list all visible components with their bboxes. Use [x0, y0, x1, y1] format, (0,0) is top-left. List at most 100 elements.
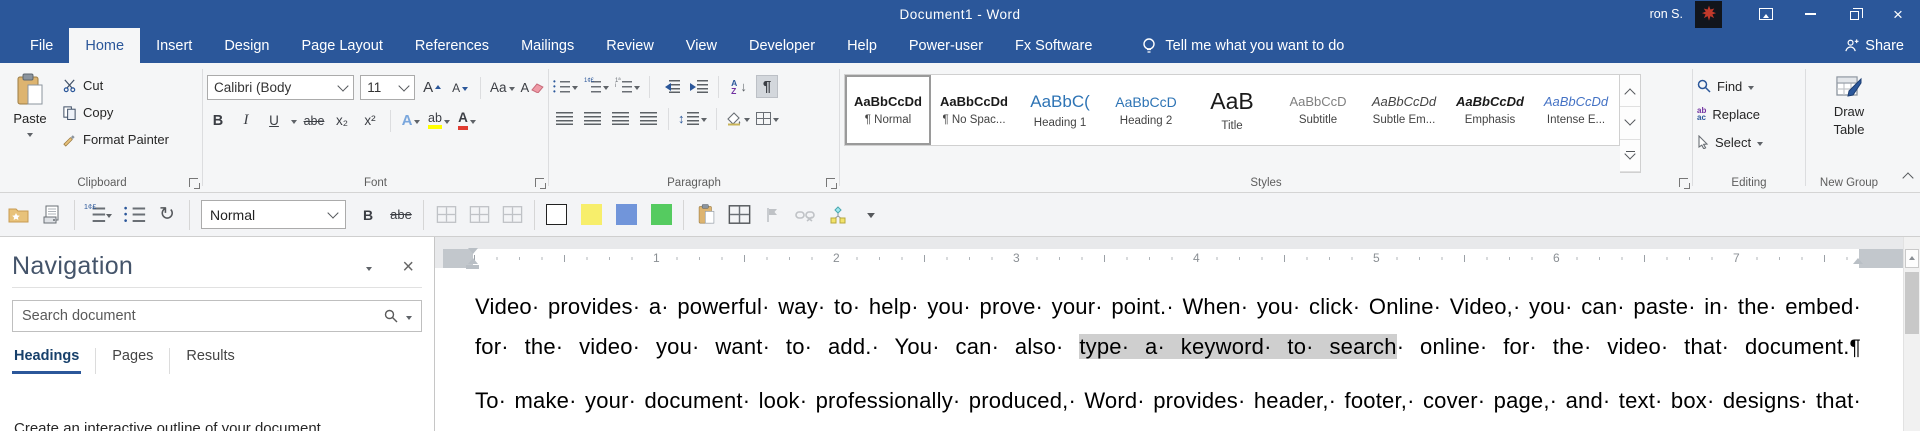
table-grid-button[interactable] [468, 201, 490, 229]
format-painter-button[interactable]: Format Painter [62, 129, 169, 149]
user-avatar[interactable] [1695, 0, 1722, 28]
nav-tab-results[interactable]: Results [170, 348, 250, 374]
strikethrough-button[interactable]: abe [390, 201, 412, 229]
bullet-list-button[interactable] [123, 201, 145, 229]
text-segment[interactable]: To· make· your· document· look· professi… [475, 388, 1861, 413]
font-name-combobox[interactable]: Calibri (Body [207, 75, 355, 100]
align-right-button[interactable] [609, 107, 631, 130]
tab-review[interactable]: Review [590, 28, 670, 63]
tab-page-layout[interactable]: Page Layout [285, 28, 398, 63]
selected-text[interactable]: type· a· keyword· to· search [1079, 334, 1397, 359]
justify-button[interactable] [637, 107, 659, 130]
tab-developer[interactable]: Developer [733, 28, 831, 63]
decrease-indent-button[interactable] [659, 75, 681, 98]
text-highlight-button[interactable]: ab [428, 109, 450, 132]
shading-button[interactable] [726, 107, 750, 130]
select-button[interactable]: Select [1697, 132, 1801, 152]
tab-view[interactable]: View [670, 28, 733, 63]
style-item-heading-1[interactable]: AaBbC(Heading 1 [1017, 75, 1103, 145]
tab-power-user[interactable]: Power-user [893, 28, 999, 63]
flag-button[interactable] [761, 201, 783, 229]
hanging-indent-marker[interactable] [468, 253, 478, 264]
scroll-up-button[interactable] [1905, 249, 1919, 268]
navigation-close-button[interactable]: × [402, 257, 414, 277]
borders-grid-button[interactable] [728, 201, 750, 229]
tab-home[interactable]: Home [69, 28, 141, 63]
style-item-normal[interactable]: AaBbCcDd ¶ Normal [845, 75, 931, 145]
strikethrough-button[interactable]: abe [303, 109, 325, 132]
tab-file[interactable]: File [14, 28, 69, 63]
bold-button[interactable]: B [357, 201, 379, 229]
tab-insert[interactable]: Insert [140, 28, 208, 63]
paste-button[interactable]: Paste [6, 67, 54, 173]
text-segment[interactable]: for· the· video· you· want· to· add.· Yo… [475, 334, 1079, 359]
print-preview-button[interactable] [41, 201, 63, 229]
style-item-title[interactable]: AaB Title [1189, 75, 1275, 145]
style-combobox[interactable]: Normal [201, 200, 346, 229]
styles-more-button[interactable] [1620, 139, 1640, 172]
style-item-subtle-em[interactable]: AaBbCcDd Subtle Em... [1361, 75, 1447, 145]
text-line[interactable]: for· the· video· you· want· to· add.· Yo… [475, 327, 1861, 367]
cut-button[interactable]: Cut [62, 75, 169, 95]
style-item-emphasis[interactable]: AaBbCcDd Emphasis [1447, 75, 1533, 145]
tab-help[interactable]: Help [831, 28, 893, 63]
text-line[interactable]: Video· provides· a· powerful· way· to· h… [475, 287, 1861, 327]
style-item-intense-e[interactable]: AaBbCcDd Intense E... [1533, 75, 1619, 145]
copy-button[interactable]: Copy [62, 102, 169, 122]
text-line[interactable]: To· make· your· document· look· professi… [475, 381, 1861, 421]
font-color-button[interactable]: A [456, 109, 478, 132]
multilevel-list-button[interactable] [615, 75, 640, 98]
underline-button[interactable]: U [263, 109, 285, 132]
superscript-button[interactable]: x² [359, 109, 381, 132]
search-options-caret[interactable] [406, 315, 412, 323]
style-item-heading-2[interactable]: AaBbCcD Heading 2 [1103, 75, 1189, 145]
table-insert-button[interactable] [435, 201, 457, 229]
refresh-button[interactable]: ↻ [156, 201, 178, 229]
numbered-list-button[interactable] [83, 201, 112, 229]
italic-button[interactable]: I [235, 109, 257, 132]
tab-references[interactable]: References [399, 28, 505, 63]
right-indent-marker[interactable] [1853, 253, 1863, 264]
align-center-button[interactable] [581, 107, 603, 130]
yellow-swatch[interactable] [581, 204, 602, 225]
pilcrow-mark[interactable]: ¶ [1850, 336, 1861, 359]
paragraph-dialog-launcher[interactable] [826, 178, 837, 189]
text-effects-button[interactable]: A [400, 109, 422, 132]
share-button[interactable]: Share [1844, 28, 1904, 63]
increase-indent-button[interactable] [687, 75, 709, 98]
toolbar-more-button[interactable] [860, 201, 882, 229]
scrollbar-thumb[interactable] [1905, 272, 1919, 334]
numbering-button[interactable] [584, 75, 609, 98]
signed-in-user[interactable]: ron S. [1650, 7, 1683, 21]
minimize-button[interactable] [1788, 0, 1832, 28]
replace-button[interactable]: ab ac Replace [1697, 104, 1801, 124]
styles-dialog-launcher[interactable] [1679, 178, 1690, 189]
close-button[interactable]: × [1876, 0, 1920, 28]
font-size-combobox[interactable]: 11 [360, 75, 416, 100]
org-chart-button[interactable] [827, 201, 849, 229]
find-button[interactable]: Find [1697, 76, 1801, 96]
tab-design[interactable]: Design [208, 28, 285, 63]
horizontal-ruler[interactable]: 1 2 3 4 5 6 7 [443, 248, 1903, 269]
navigation-options-button[interactable] [366, 258, 373, 276]
styles-scroll-up-button[interactable] [1620, 75, 1640, 108]
white-swatch[interactable] [546, 204, 567, 225]
paste-button[interactable] [695, 201, 717, 229]
font-dialog-launcher[interactable] [535, 178, 546, 189]
search-icon[interactable] [384, 309, 398, 323]
bold-button[interactable]: B [207, 109, 229, 132]
vertical-scrollbar[interactable] [1903, 237, 1920, 431]
table-paste-button[interactable] [501, 201, 523, 229]
styles-scroll-down-button[interactable] [1620, 107, 1640, 140]
style-item-no-spac[interactable]: AaBbCcDd ¶ No Spac... [931, 75, 1017, 145]
document-text[interactable]: Video· provides· a· powerful· way· to· h… [475, 287, 1861, 421]
restore-button[interactable] [1832, 0, 1876, 28]
unlink-button[interactable] [794, 201, 816, 229]
nav-tab-pages[interactable]: Pages [96, 348, 171, 374]
clear-formatting-button[interactable]: A [520, 76, 544, 99]
style-item-subtitle[interactable]: AaBbCcD Subtitle [1275, 75, 1361, 145]
left-indent-marker[interactable] [466, 265, 479, 269]
tab-fx-software[interactable]: Fx Software [999, 28, 1108, 63]
search-input[interactable] [22, 308, 376, 324]
ribbon-display-options-button[interactable] [1744, 0, 1788, 28]
